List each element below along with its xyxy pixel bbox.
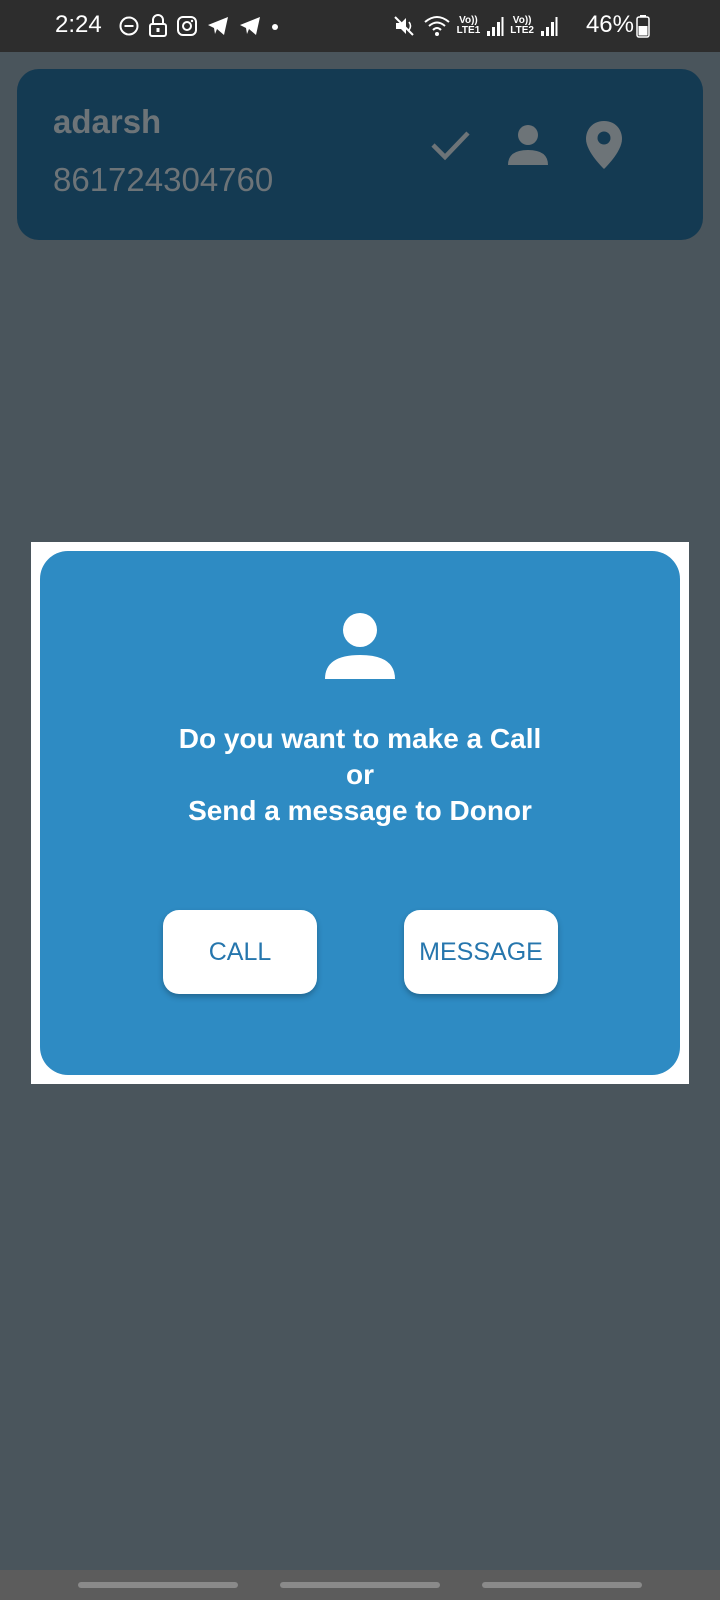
status-bar: 2:24 Vo)) LTE1 Vo)) LTE2 46% (0, 0, 720, 52)
nav-home-handle[interactable] (280, 1582, 440, 1588)
status-time: 2:24 (55, 11, 102, 38)
person-icon (325, 613, 395, 679)
dialog-line-2: or (346, 759, 374, 790)
lte1-label: LTE1 (456, 25, 481, 36)
lock-icon (149, 14, 167, 37)
lte2-indicator: Vo)) LTE2 (510, 16, 534, 36)
check-icon[interactable] (427, 121, 473, 167)
person-icon[interactable] (505, 121, 551, 167)
donor-phone: 861724304760 (53, 161, 274, 198)
status-right-icons: Vo)) LTE1 Vo)) LTE2 (393, 13, 558, 39)
telegram-icon (208, 17, 228, 35)
do-not-disturb-icon (119, 16, 139, 36)
lte1-indicator: Vo)) LTE1 (457, 16, 481, 36)
dialog-line-3: Send a message to Donor (188, 795, 532, 826)
nav-back-handle[interactable] (482, 1582, 642, 1588)
instagram-icon (177, 16, 197, 36)
dialog-message: Do you want to make a Call or Send a mes… (40, 721, 680, 829)
dialog-body: Do you want to make a Call or Send a mes… (40, 551, 680, 1075)
battery-percent: 46% (585, 11, 634, 38)
status-left-icons (118, 14, 280, 38)
lte2-label: LTE2 (510, 25, 534, 36)
mute-icon (393, 16, 414, 36)
wifi-icon (423, 16, 450, 36)
navigation-bar (0, 1570, 720, 1600)
location-pin-icon[interactable] (584, 119, 624, 171)
contact-dialog: Do you want to make a Call or Send a mes… (31, 542, 689, 1084)
donor-name: adarsh (53, 103, 162, 140)
signal-icon (541, 17, 558, 36)
telegram-icon (240, 17, 260, 35)
nav-recents-handle[interactable] (78, 1582, 238, 1588)
dot-icon (272, 24, 278, 30)
message-button[interactable]: MESSAGE (404, 910, 558, 994)
signal-icon (487, 17, 504, 36)
donor-card[interactable]: adarsh 861724304760 (17, 69, 703, 240)
battery-icon (636, 15, 650, 38)
dialog-line-1: Do you want to make a Call (178, 723, 542, 754)
call-button[interactable]: CALL (163, 910, 317, 994)
